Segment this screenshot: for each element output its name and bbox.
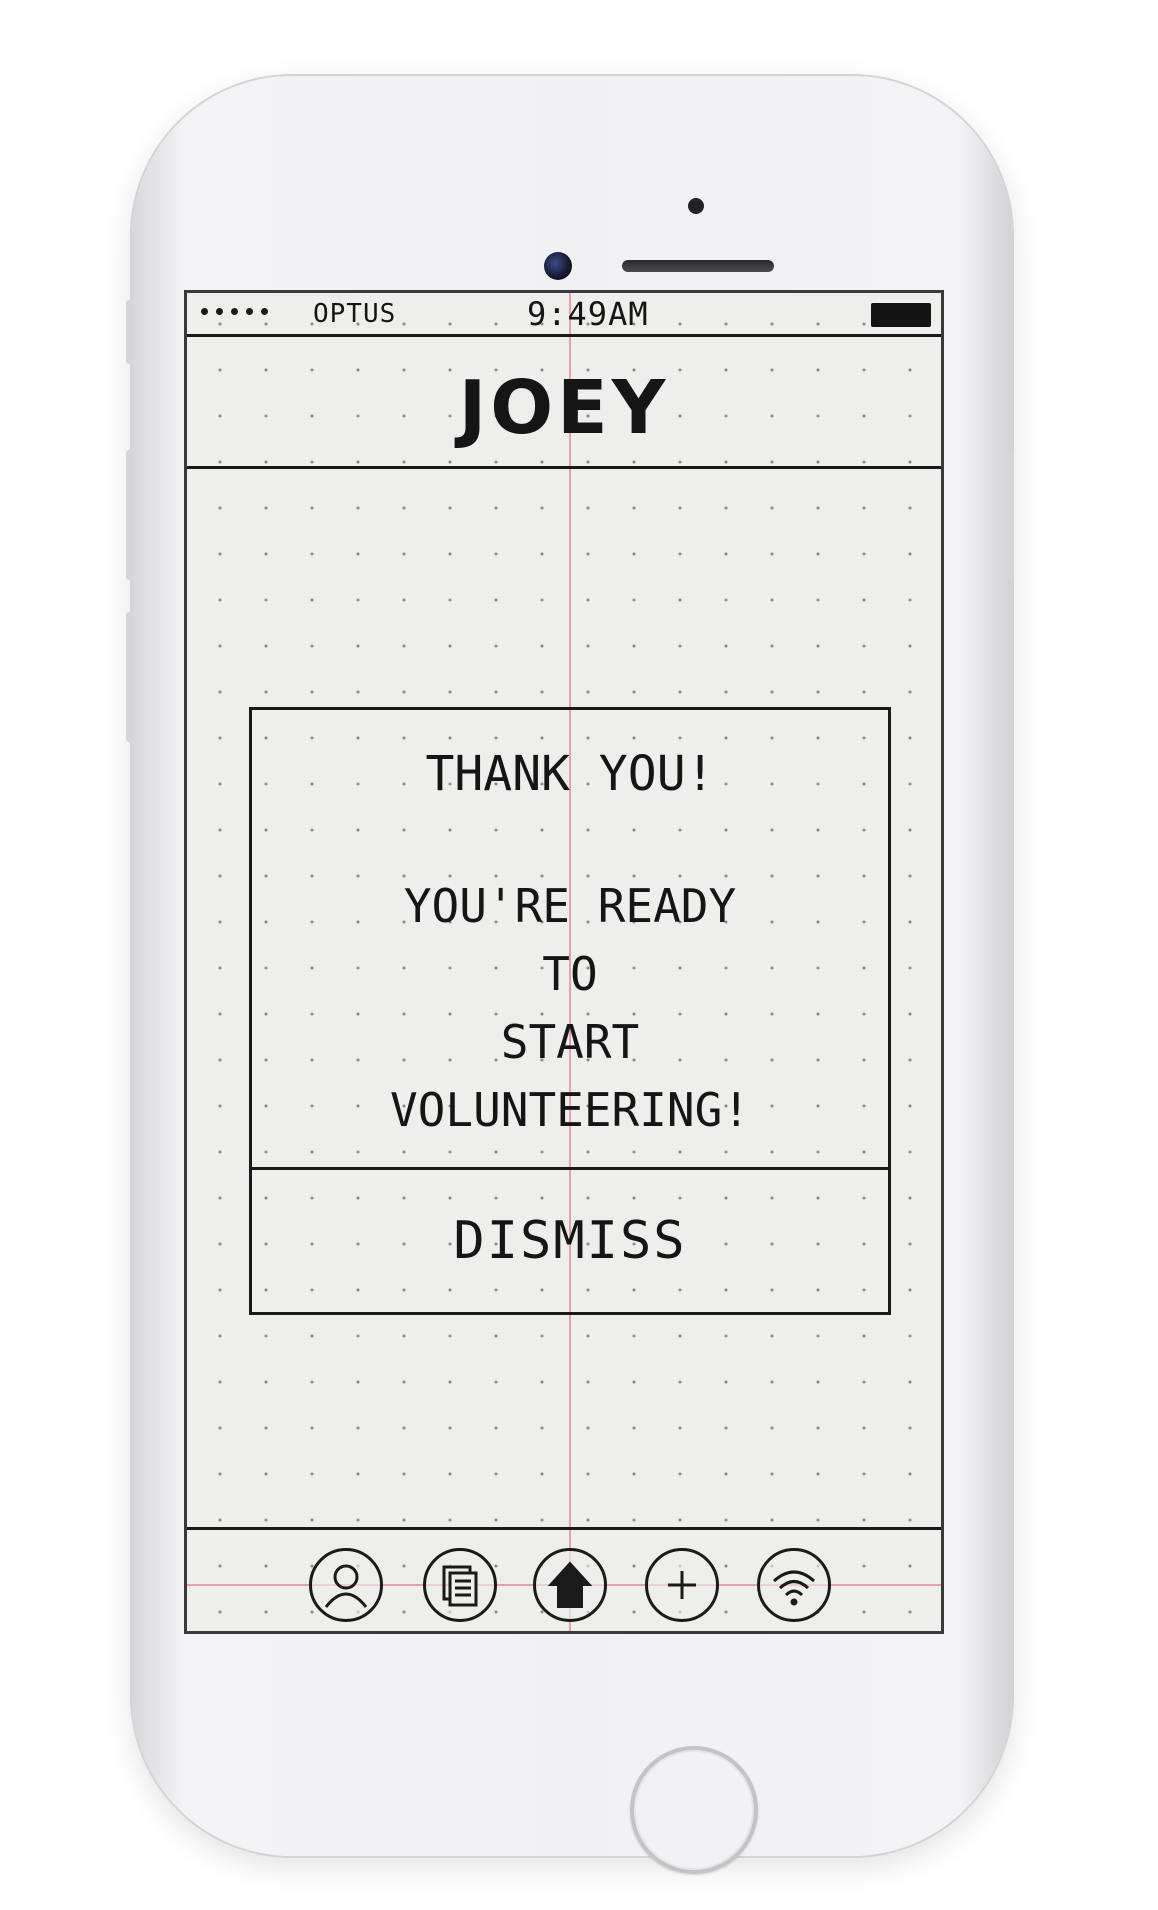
wifi-icon — [772, 1570, 816, 1606]
dialog-thanks-text: THANK YOU! — [425, 746, 715, 802]
mute-switch[interactable] — [126, 300, 134, 364]
power-button[interactable] — [1006, 450, 1014, 580]
documents-icon — [442, 1565, 478, 1607]
dismiss-button[interactable]: DISMISS — [252, 1170, 888, 1312]
tab-documents[interactable] — [423, 1548, 497, 1622]
dialog-line: START — [500, 1015, 640, 1069]
tab-home[interactable] — [533, 1548, 607, 1622]
dialog-line: YOU'RE READY — [403, 879, 737, 933]
tab-bar — [187, 1527, 941, 1631]
volume-down-button[interactable] — [126, 612, 134, 742]
volume-up-button[interactable] — [126, 450, 134, 580]
dialog-ready-text: YOU'RE READY TO START VOLUNTEERING! — [252, 872, 888, 1144]
front-camera-icon — [544, 252, 572, 280]
confirmation-dialog: THANK YOU! YOU'RE READY TO START VOLUNTE… — [249, 707, 891, 1315]
signal-strength-icon — [201, 308, 268, 315]
status-time: 9:49AM — [527, 295, 649, 333]
proximity-sensor — [688, 198, 704, 214]
add-icon — [668, 1571, 696, 1599]
dialog-line: TO — [542, 947, 598, 1001]
home-button[interactable] — [630, 1746, 758, 1874]
dialog-line: VOLUNTEERING! — [389, 1083, 751, 1137]
tab-wifi[interactable] — [757, 1548, 831, 1622]
app-header: JOEY — [187, 337, 941, 469]
status-bar: OPTUS 9:49AM — [187, 293, 941, 337]
battery-icon — [871, 303, 931, 327]
dialog-message: THANK YOU! YOU'RE READY TO START VOLUNTE… — [252, 710, 888, 1170]
stage: OPTUS 9:49AM JOEY THANK YOU! YOU'RE READ… — [0, 0, 1158, 1910]
app-screen: OPTUS 9:49AM JOEY THANK YOU! YOU'RE READ… — [184, 290, 944, 1634]
tab-add[interactable] — [645, 1548, 719, 1622]
profile-icon — [324, 1564, 368, 1608]
carrier-name: OPTUS — [313, 299, 397, 329]
earpiece-speaker — [622, 260, 774, 272]
page-title: JOEY — [458, 365, 670, 451]
tab-profile[interactable] — [309, 1548, 383, 1622]
home-icon — [547, 1561, 593, 1608]
